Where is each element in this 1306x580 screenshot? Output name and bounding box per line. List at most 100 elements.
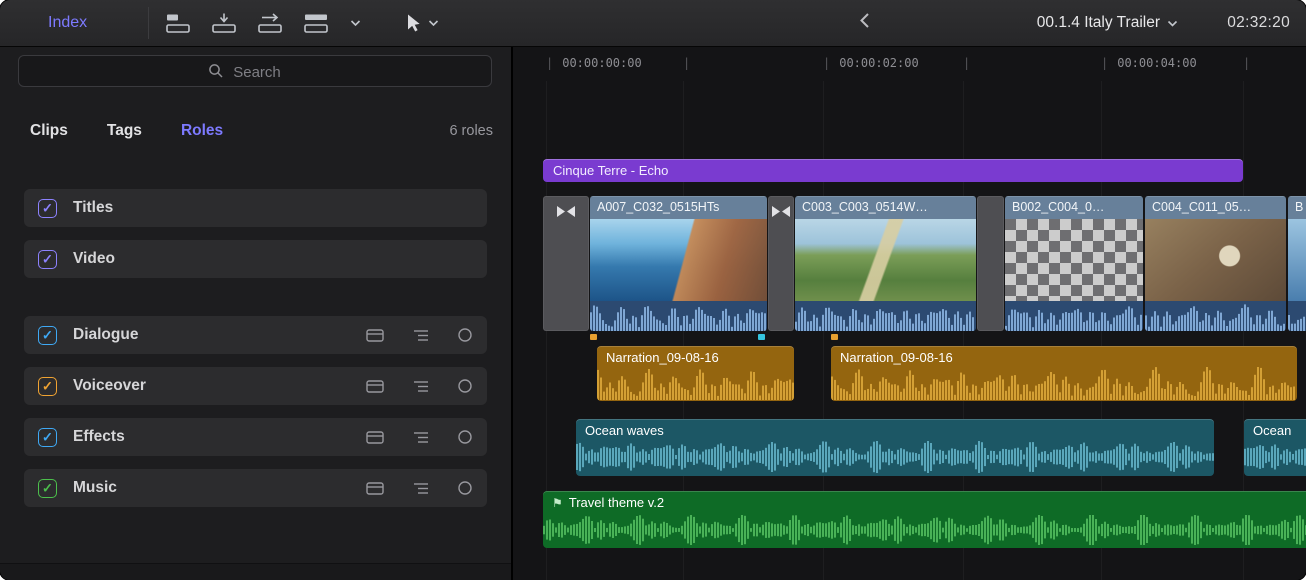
role-label: Effects [73, 428, 125, 446]
video-clip[interactable]: B002_C004_0… [1005, 196, 1143, 331]
checkmark-icon: ✓ [42, 328, 53, 341]
timecode-ruler[interactable]: |00:00:00:00 | |00:00:02:00 | |00:00:04:… [513, 47, 1306, 81]
clip-audio-waveform [795, 301, 976, 331]
timeline: |00:00:00:00 | |00:00:02:00 | |00:00:04:… [513, 47, 1306, 580]
edit-tools-group [166, 13, 361, 34]
transition-clip[interactable] [977, 196, 1004, 331]
roles-list: ✓ Titles ✓ Video ✓ Dialogue [24, 189, 487, 520]
insert-edit-icon[interactable] [212, 13, 237, 34]
focus-circle-icon[interactable] [457, 480, 473, 496]
audio-clip-narration[interactable]: Narration_09-08-16 [597, 346, 794, 401]
append-edit-icon[interactable] [258, 13, 283, 34]
video-clip[interactable]: A007_C032_0515HTs [590, 196, 767, 331]
focus-circle-icon[interactable] [457, 327, 473, 343]
range-marker[interactable] [590, 334, 597, 340]
audio-clip-narration[interactable]: Narration_09-08-16 [831, 346, 1297, 401]
show-subroles-icon[interactable] [412, 430, 430, 445]
ruler-tick: | [963, 56, 970, 70]
role-checkbox[interactable]: ✓ [38, 250, 57, 269]
role-checkbox[interactable]: ✓ [38, 479, 57, 498]
video-clip[interactable]: C004_C011_05… [1145, 196, 1286, 331]
transition-clip[interactable] [768, 196, 794, 331]
video-clip[interactable]: C003_C003_0514W… [795, 196, 976, 331]
role-label: Titles [73, 199, 113, 217]
role-checkbox[interactable]: ✓ [38, 428, 57, 447]
audio-waveform [576, 441, 1214, 473]
role-checkbox[interactable]: ✓ [38, 199, 57, 218]
show-subroles-icon[interactable] [412, 481, 430, 496]
clip-audio-waveform [1288, 301, 1306, 331]
chevron-down-icon [1167, 20, 1178, 27]
search-field[interactable] [18, 55, 492, 87]
focus-circle-icon[interactable] [457, 378, 473, 394]
audio-waveform [543, 515, 1306, 545]
minimize-lane-icon[interactable] [366, 328, 385, 343]
role-label: Video [73, 250, 115, 268]
role-checkbox[interactable]: ✓ [38, 326, 57, 345]
video-clip-name: B [1288, 196, 1306, 219]
checkmark-icon: ✓ [42, 201, 53, 214]
audio-waveform [831, 367, 1297, 400]
role-row-video[interactable]: ✓ Video [24, 240, 487, 278]
audio-clip-name: Ocean waves [576, 419, 1214, 438]
show-subroles-icon[interactable] [412, 328, 430, 343]
audio-waveform [1244, 441, 1306, 473]
role-label: Voiceover [73, 377, 146, 395]
audio-clip-music[interactable]: ⚑ Travel theme v.2 [543, 491, 1306, 548]
minimize-lane-icon[interactable] [366, 379, 385, 394]
role-row-voiceover[interactable]: ✓ Voiceover [24, 367, 487, 405]
chevron-down-icon[interactable] [350, 20, 361, 27]
audio-clip-ocean[interactable]: Ocean waves [576, 419, 1214, 476]
clip-audio-waveform [1005, 301, 1143, 331]
checkmark-icon: ✓ [42, 379, 53, 392]
video-thumbnail [795, 219, 976, 301]
video-clip-name: B002_C004_0… [1005, 196, 1143, 219]
transition-clip[interactable] [543, 196, 589, 331]
project-title-menu[interactable]: 00.1.4 Italy Trailer [1037, 14, 1178, 32]
overwrite-edit-icon[interactable] [304, 13, 329, 34]
focus-circle-icon[interactable] [457, 429, 473, 445]
audio-clip-ocean[interactable]: Ocean [1244, 419, 1306, 476]
video-thumbnail [1145, 219, 1286, 301]
tab-clips[interactable]: Clips [30, 122, 68, 140]
toolbar-separator [148, 7, 149, 39]
role-row-music[interactable]: ✓ Music [24, 469, 487, 507]
role-row-effects[interactable]: ✓ Effects [24, 418, 487, 456]
connect-edit-icon[interactable] [166, 13, 191, 34]
tab-roles[interactable]: Roles [181, 122, 223, 140]
ruler-tick: | [823, 56, 830, 70]
tab-tags[interactable]: Tags [107, 122, 142, 140]
transition-icon [771, 205, 791, 218]
ruler-tick: | [1101, 56, 1108, 70]
video-clip-name: C003_C003_0514W… [795, 196, 976, 219]
video-clip-name: C004_C011_05… [1145, 196, 1286, 219]
role-checkbox[interactable]: ✓ [38, 377, 57, 396]
ruler-label: 00:00:00:00 [562, 56, 641, 70]
index-tabs: Clips Tags Roles 6 roles [30, 116, 493, 146]
video-thumbnail [1005, 219, 1143, 301]
project-title: 00.1.4 Italy Trailer [1037, 14, 1160, 32]
minimize-lane-icon[interactable] [366, 430, 385, 445]
title-clip-label: Cinque Terre - Echo [553, 163, 668, 178]
index-toggle-button[interactable]: Index [48, 14, 87, 32]
theme-icon: ⚑ [552, 497, 563, 509]
range-marker[interactable] [831, 334, 838, 340]
video-clip[interactable]: B [1288, 196, 1306, 331]
range-marker[interactable] [758, 334, 765, 340]
ruler-tick: | [1243, 56, 1250, 70]
tool-picker[interactable] [406, 14, 439, 33]
role-row-dialogue[interactable]: ✓ Dialogue [24, 316, 487, 354]
ruler-tick: | [546, 56, 553, 70]
audio-clip-name: Travel theme v.2 [569, 495, 664, 510]
search-input[interactable] [19, 56, 495, 88]
back-chevron-button[interactable] [860, 13, 870, 34]
role-row-titles[interactable]: ✓ Titles [24, 189, 487, 227]
checkmark-icon: ✓ [42, 481, 53, 494]
show-subroles-icon[interactable] [412, 379, 430, 394]
timeline-index-panel: Clips Tags Roles 6 roles ✓ Titles ✓ Vide… [0, 47, 513, 580]
roles-group-gap [24, 291, 487, 316]
title-clip[interactable]: Cinque Terre - Echo [543, 159, 1243, 182]
roles-count: 6 roles [449, 123, 493, 139]
audio-clip-name: Narration_09-08-16 [597, 346, 794, 365]
minimize-lane-icon[interactable] [366, 481, 385, 496]
